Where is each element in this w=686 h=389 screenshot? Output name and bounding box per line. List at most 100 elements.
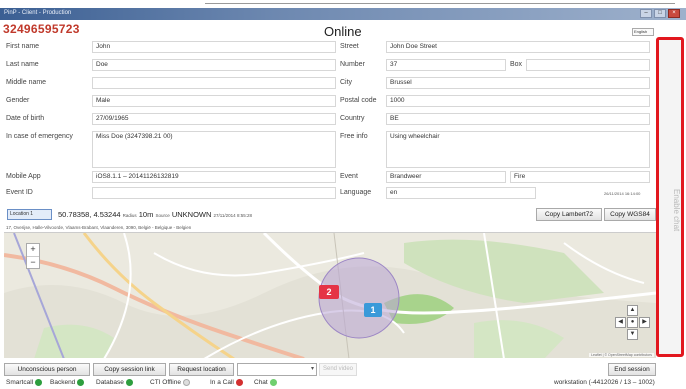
unconscious-person-button[interactable]: Unconscious person [4,363,90,376]
event-id-field[interactable] [92,187,336,199]
form-row: Last name Doe Number 37 Box [4,58,652,72]
form-row: In case of emergency Miss Doe (3247398.2… [4,130,652,170]
workstation-info: workstation (-4412026 / 13 – 1002) [554,379,655,386]
location-map[interactable]: + − 2 1 ▲ ◀ ● ▶ ▼ Leaflet | © OpenStreet… [4,232,656,358]
form-row: Mobile App iOS8.1.1 – 20141126132819 Eve… [4,170,652,184]
status-cti: CTI Offline [150,379,190,386]
map-attribution: Leaflet | © OpenStreetMap contributors [589,353,654,357]
location-marker-2[interactable]: 2 [319,285,339,299]
maximize-button[interactable]: □ [654,9,666,18]
status-backend: Backend [50,379,85,386]
source-value: UNKNOWN [171,210,212,219]
location-info: 50.78358, 4.53244 Radius 10m Source UNKN… [58,210,252,219]
free-info-label: Free info [340,133,368,140]
box-field[interactable] [526,59,650,71]
pan-right-button[interactable]: ▶ [639,317,650,328]
copy-lambert-button[interactable]: Copy Lambert72 [536,208,602,221]
first-name-label: First name [6,43,40,50]
status-database: Database [96,379,133,386]
language-field[interactable]: en [386,187,536,199]
mobile-app-field[interactable]: iOS8.1.1 – 20141126132819 [92,171,336,183]
caller-info-form: First name John Street John Doe Street L… [4,40,652,200]
language-select[interactable]: English [632,28,654,36]
box-label: Box [510,61,523,68]
window-title-bar: PinP - Client - Production – □ × [0,8,686,20]
copy-session-link-button[interactable]: Copy session link [93,363,166,376]
close-button[interactable]: × [668,9,680,18]
status-chat: Chat [254,379,277,386]
status-dot-icon [235,379,243,386]
location-address: 17, Overijse, Halle-Vilvoorde, Vlaams-Br… [6,225,192,230]
pan-center-button[interactable]: ● [627,317,638,328]
status-database-label: Database [96,379,124,386]
gender-label: Gender [6,97,30,104]
pan-down-button[interactable]: ▼ [627,329,638,340]
location-marker-1[interactable]: 1 [364,303,382,317]
country-field[interactable]: BE [386,113,650,125]
city-field[interactable]: Brussel [386,77,650,89]
emergency-contact-label: In case of emergency [6,133,73,140]
pan-left-button[interactable]: ◀ [615,317,626,328]
chevron-down-icon: ▾ [310,366,314,372]
location-time: 27/11/2014 8:55:28 [213,213,252,218]
postal-code-field[interactable]: 1000 [386,95,650,107]
postal-code-label: Postal code [340,97,377,104]
window-title: PinP - Client - Production [4,10,72,16]
last-name-label: Last name [6,61,39,68]
event-field[interactable]: Brandweer [386,171,506,183]
end-session-button[interactable]: End session [608,363,656,376]
radius-label: Radius [122,213,137,218]
country-label: Country [340,115,365,122]
date-of-birth-field[interactable]: 27/09/1965 [92,113,336,125]
status-dot-icon [182,379,190,386]
middle-name-label: Middle name [6,79,47,86]
event-type-field[interactable]: Fire [510,171,650,183]
connection-status: Online [324,24,362,39]
status-dot-icon [125,379,133,386]
status-bar: Smartcall Backend Database CTI Offline I… [4,378,686,389]
send-video-button[interactable]: Send video [319,363,358,376]
session-timestamp: 26/11/2014 16:14:00 [604,191,641,196]
map-zoom-controls: + − [26,243,40,269]
form-row: First name John Street John Doe Street [4,40,652,54]
emergency-contact-field[interactable]: Miss Doe (3247398.21 00) [92,131,336,168]
request-location-button[interactable]: Request location [169,363,234,376]
status-dot-icon [77,379,85,386]
enable-chat-button[interactable]: Enable chat [659,160,681,260]
copy-wgs84-button[interactable]: Copy WGS84 [604,208,656,221]
status-cti-label: CTI Offline [150,379,181,386]
window-controls: – □ × [640,9,680,18]
zoom-in-button[interactable]: + [27,244,39,256]
street-label: Street [340,43,359,50]
zoom-out-button[interactable]: − [27,256,39,268]
pan-up-button[interactable]: ▲ [627,305,638,316]
location-select[interactable]: Location 1 [7,209,52,220]
status-smartcall-label: Smartcall [6,379,34,386]
chat-panel: Enable chat [656,37,684,357]
free-info-field[interactable]: Using wheelchair [386,131,650,168]
last-name-field[interactable]: Doe [92,59,336,71]
number-label: Number [340,61,365,68]
minimize-button[interactable]: – [640,9,652,18]
middle-name-field[interactable] [92,77,336,89]
status-dot-icon [269,379,277,386]
form-row: Middle name City Brussel [4,76,652,90]
gender-field[interactable]: Male [92,95,336,107]
street-field[interactable]: John Doe Street [386,41,650,53]
number-field[interactable]: 37 [386,59,506,71]
form-row: Gender Male Postal code 1000 [4,94,652,108]
city-label: City [340,79,353,86]
action-bar: Unconscious person Copy session link Req… [4,362,656,377]
caller-phone-number: 32496595723 [3,22,80,36]
event-id-label: Event ID [6,189,33,196]
status-in-call-label: In a Call [210,379,234,386]
status-smartcall: Smartcall [6,379,43,386]
status-chat-label: Chat [254,379,268,386]
first-name-field[interactable]: John [92,41,336,53]
date-of-birth-label: Date of birth [6,115,45,122]
status-backend-label: Backend [50,379,76,386]
event-label: Event [340,173,358,180]
location-request-select[interactable]: ▾ [237,363,317,376]
form-row: Event ID Language en 26/11/2014 16:14:00 [4,186,652,200]
top-divider-line [205,3,675,4]
